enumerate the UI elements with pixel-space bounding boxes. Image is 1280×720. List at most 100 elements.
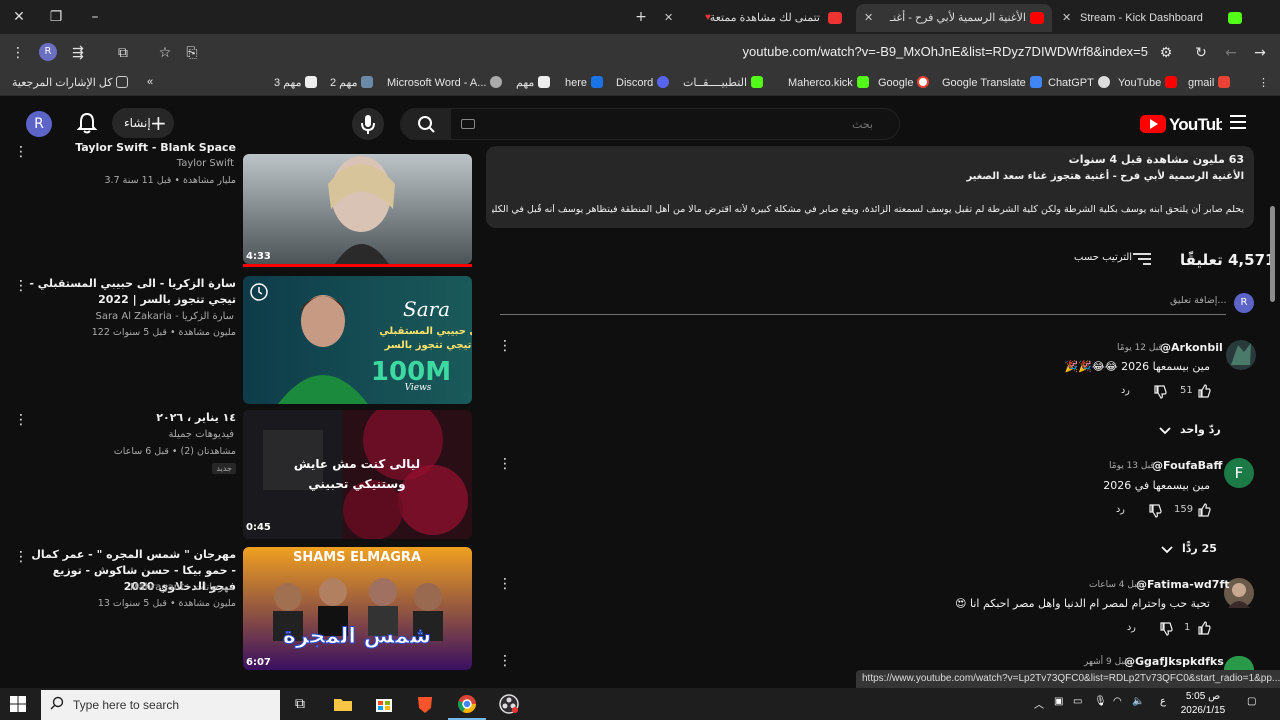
- volume-icon[interactable]: 🔈: [1132, 696, 1144, 707]
- comment-author[interactable]: @Fatima-wd7ft: [1136, 578, 1230, 591]
- commenter-avatar[interactable]: F: [1224, 458, 1254, 488]
- site-settings-icon[interactable]: ⚙: [1156, 43, 1176, 63]
- obs-studio-icon[interactable]: [498, 693, 520, 715]
- tab-close-icon[interactable]: ✕: [664, 4, 673, 32]
- video-thumbnail-4[interactable]: SHAMS ELMAGRA شمس المجرة: [243, 547, 472, 670]
- channel-name[interactable]: فيديوهات جميلة: [168, 429, 234, 440]
- commenter-avatar[interactable]: [1224, 656, 1254, 670]
- window-restore-icon[interactable]: ❐: [45, 7, 67, 27]
- channel-name[interactable]: Taylor Swift: [177, 158, 234, 169]
- dislike-icon[interactable]: [1153, 385, 1167, 399]
- url-field[interactable]: youtube.com/watch?v=-B9_MxOhJnE&list=RDy…: [743, 44, 1148, 59]
- chevron-down-icon[interactable]: [1161, 546, 1173, 554]
- tray-overflow-icon[interactable]: ︿: [1034, 696, 1044, 711]
- tab-close-icon[interactable]: ✕: [1062, 4, 1071, 32]
- like-icon[interactable]: [1197, 384, 1211, 398]
- youtube-logo[interactable]: YouTube: [1140, 113, 1222, 135]
- add-comment-field[interactable]: إضافة تعليق...: [1170, 295, 1226, 306]
- reply-button[interactable]: رد: [1116, 504, 1125, 515]
- tab-search-icon[interactable]: ⇶: [68, 43, 88, 63]
- bookmark-maherco[interactable]: Maherco.kick: [788, 76, 869, 89]
- comment-time[interactable]: قبل 9 أشهر: [1084, 657, 1128, 667]
- sort-button[interactable]: الترتيب حسب: [1074, 252, 1132, 263]
- bookmark-chatgpt[interactable]: ChatGPT: [1048, 76, 1110, 89]
- menu-dots-icon[interactable]: ⋮: [8, 43, 28, 63]
- more-actions-icon[interactable]: ⋮: [14, 144, 28, 162]
- dislike-icon[interactable]: [1148, 504, 1162, 518]
- bookmark-gmail[interactable]: gmail: [1188, 76, 1231, 89]
- comment-author[interactable]: @GgafJkspkdfks: [1124, 655, 1224, 668]
- bookmark-important-2[interactable]: مهم 2: [330, 76, 374, 89]
- sort-icon[interactable]: [1133, 253, 1151, 265]
- page-scrollbar[interactable]: [1268, 104, 1277, 664]
- create-button[interactable]: إنشاء +: [112, 108, 174, 138]
- brave-browser-icon[interactable]: [414, 693, 436, 715]
- bookmark-youtube[interactable]: YouTube: [1118, 76, 1178, 89]
- reply-button[interactable]: رد: [1121, 385, 1130, 396]
- channel-name[interactable]: Mahragant - مهرجانات: [130, 582, 234, 593]
- tab-kick[interactable]: ✕ Stream - Kick Dashboard: [1058, 4, 1248, 32]
- like-icon[interactable]: [1197, 621, 1211, 635]
- more-actions-icon[interactable]: ⋮: [14, 412, 28, 430]
- comment-time[interactable]: قبل 4 ساعات: [1089, 580, 1141, 590]
- bookmark-important[interactable]: مهم: [516, 76, 551, 89]
- bookmark-discord[interactable]: Discord: [616, 76, 670, 89]
- comment-more-icon[interactable]: ⋮: [498, 456, 512, 474]
- profile-avatar[interactable]: R: [39, 43, 57, 61]
- replies-toggle[interactable]: ردّ واحد: [1180, 423, 1221, 436]
- tab-youtube-active[interactable]: ✕ الأغنية الرسمية لأبي فرح - أغنـ: [856, 4, 1052, 32]
- battery-icon[interactable]: ▭: [1073, 696, 1082, 707]
- comment-more-icon[interactable]: ⋮: [498, 653, 512, 671]
- replies-toggle[interactable]: 25 ردًّا: [1182, 542, 1217, 555]
- input-language-indicator[interactable]: ع: [1160, 696, 1166, 707]
- scrollbar-thumb[interactable]: [1270, 206, 1275, 302]
- forward-icon[interactable]: ←: [1221, 43, 1241, 63]
- task-view-icon[interactable]: ⧉: [289, 693, 311, 715]
- comment-more-icon[interactable]: ⋮: [498, 338, 512, 356]
- user-avatar[interactable]: R: [26, 111, 52, 137]
- microsoft-store-icon[interactable]: [373, 693, 395, 715]
- commenter-avatar[interactable]: [1226, 340, 1256, 370]
- tab-close-icon[interactable]: ✕: [864, 4, 873, 32]
- extensions-icon[interactable]: ⧉: [113, 43, 133, 63]
- bookmark-apps[interactable]: التطبيــــقــات: [683, 76, 763, 89]
- bookmark-translate[interactable]: Google Translate: [942, 76, 1042, 89]
- file-explorer-icon[interactable]: [332, 693, 354, 715]
- taskbar-search-field[interactable]: Type here to search: [41, 690, 280, 720]
- bookmark-important-3[interactable]: مهم 3: [274, 76, 318, 89]
- reload-icon[interactable]: ↻: [1191, 43, 1211, 63]
- video-title[interactable]: سارة الزكريا - الى حبيبي المستقبلي - تيج…: [26, 276, 236, 308]
- window-minimize-icon[interactable]: –: [84, 7, 106, 27]
- like-icon[interactable]: [1197, 503, 1211, 517]
- search-button[interactable]: [401, 109, 451, 139]
- video-description[interactable]: 63 مليون مشاهدة قبل 4 سنوات الأغنية الرس…: [486, 146, 1254, 228]
- video-title[interactable]: Taylor Swift - Blank Space: [26, 140, 236, 156]
- more-bookmarks-icon[interactable]: «: [147, 76, 153, 88]
- bookmark-all-folder[interactable]: كل الإشارات المرجعية: [12, 76, 129, 89]
- watch-later-icon[interactable]: [249, 282, 269, 302]
- new-tab-icon[interactable]: +: [630, 7, 652, 27]
- more-actions-icon[interactable]: ⋮: [14, 278, 28, 296]
- comment-author[interactable]: @FoufaBaff: [1152, 459, 1222, 472]
- video-title[interactable]: ١٤ يناير ، ٢٠٢٦: [26, 410, 236, 426]
- bookmark-here[interactable]: here: [565, 76, 604, 89]
- voice-search-button[interactable]: [352, 108, 384, 140]
- back-icon[interactable]: →: [1250, 43, 1270, 63]
- bookmark-google[interactable]: Google: [878, 76, 930, 89]
- send-to-device-icon[interactable]: ⎘: [182, 43, 202, 63]
- dislike-icon[interactable]: [1159, 622, 1173, 636]
- windows-start-icon[interactable]: [10, 696, 26, 712]
- notifications-bell-icon[interactable]: [76, 111, 98, 135]
- reply-button[interactable]: رد: [1127, 622, 1136, 633]
- notifications-icon[interactable]: ▢: [1247, 696, 1256, 707]
- comment-time[interactable]: قبل 12 يومًا: [1117, 343, 1163, 353]
- microphone-tray-icon[interactable]: 🎙: [1094, 696, 1107, 707]
- search-input[interactable]: [455, 109, 885, 139]
- video-thumbnail-3[interactable]: ليالى كنت مش عايش وستنيكي تحبيني: [243, 410, 472, 539]
- guide-menu-icon[interactable]: [1230, 115, 1246, 129]
- comment-time[interactable]: قبل 13 يومًا: [1109, 461, 1155, 471]
- comment-more-icon[interactable]: ⋮: [498, 576, 512, 594]
- chrome-icon[interactable]: [456, 693, 478, 715]
- system-clock[interactable]: 5:05 ص 2026/1/15: [1180, 690, 1226, 718]
- chevron-down-icon[interactable]: [1159, 427, 1171, 435]
